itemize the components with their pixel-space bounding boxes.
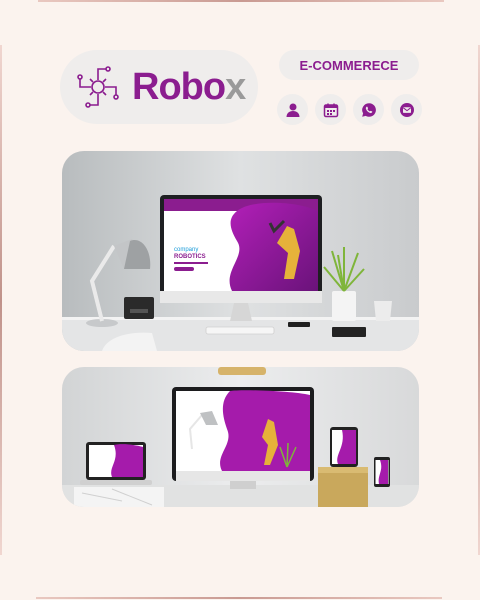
top-divider: [38, 0, 444, 2]
mail-icon[interactable]: [391, 94, 422, 125]
gear-circuit-icon: [77, 66, 119, 108]
left-border: [0, 45, 2, 555]
tagline-badge: E-COMMERECE: [279, 50, 419, 80]
screen-headline-text: ROBOTICS: [174, 254, 206, 260]
contact-icons: [277, 94, 422, 125]
whatsapp-icon[interactable]: [353, 94, 384, 125]
responsive-mockup-image: [62, 367, 419, 507]
user-icon[interactable]: [277, 94, 308, 125]
desktop-mockup-image: company ROBOTICS: [62, 151, 419, 351]
bottom-divider: [36, 597, 442, 599]
screen-company-text: company: [174, 247, 198, 253]
tagline-text: E-COMMERECE: [299, 57, 399, 73]
brand-name-accent: x: [225, 65, 246, 108]
brand-name-main: Robo: [132, 65, 226, 108]
calendar-icon[interactable]: [315, 94, 346, 125]
brand-name: Robox: [132, 65, 246, 109]
logo-badge: Robox: [60, 50, 258, 124]
